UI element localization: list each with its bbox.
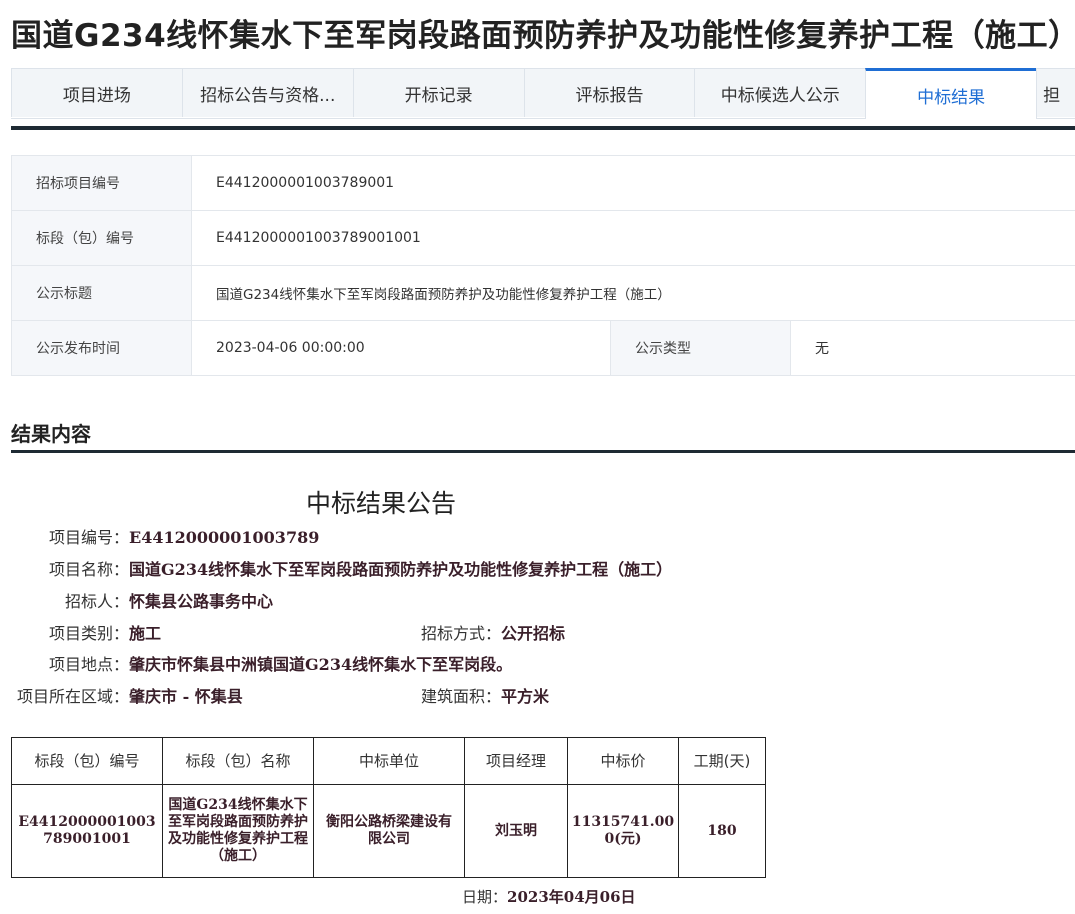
header-price: 中标价 — [567, 737, 679, 785]
date-value: 2023年04月06日 — [507, 888, 636, 906]
tab-candidate-notice[interactable]: 中标候选人公示 — [694, 68, 867, 117]
project-no-label: 招标项目编号 — [11, 156, 192, 210]
cell-manager: 刘玉明 — [464, 784, 568, 878]
tab-bid-opening[interactable]: 开标记录 — [352, 68, 525, 117]
date-label: 日期： — [462, 888, 508, 906]
header-divider — [11, 126, 1075, 130]
field-label: 项目类别： — [49, 624, 130, 643]
section-no-value: E4412000001003789001001 — [216, 230, 421, 246]
field-label: 项目编号： — [49, 528, 130, 547]
section-no-label: 标段（包）编号 — [11, 211, 192, 265]
cell-duration: 180 — [678, 784, 766, 878]
field-region: 项目所在区域：肇庆市 - 怀集县 — [17, 683, 243, 707]
section-divider — [11, 450, 1075, 453]
field-value: 公开招标 — [501, 624, 566, 643]
tab-award-result[interactable]: 中标结果 — [865, 68, 1038, 119]
publish-time-value: 2023-04-06 00:00:00 — [192, 321, 611, 375]
field-value: 怀集县公路事务中心 — [129, 592, 274, 611]
notice-type-label: 公示类型 — [611, 321, 791, 375]
info-row: 招标项目编号 E4412000001003789001 — [11, 156, 1075, 211]
field-project-code: 项目编号：E4412000001003789 — [49, 524, 319, 548]
tab-project-entry[interactable]: 项目进场 — [11, 68, 183, 117]
field-area: 建筑面积：平方米 — [421, 683, 549, 707]
field-value: 肇庆市 - 怀集县 — [129, 687, 243, 706]
notice-date: 日期：2023年04月06日 — [462, 886, 636, 907]
cell-price: 11315741.000(元) — [567, 784, 679, 878]
field-method: 招标方式：公开招标 — [421, 620, 565, 644]
table-row: E4412000001003789001001 国道G234线怀集水下至军岗段路… — [11, 784, 766, 878]
field-tenderer: 招标人：怀集县公路事务中心 — [65, 588, 273, 612]
award-table: 标段（包）编号 标段（包）名称 中标单位 项目经理 中标价 工期(天) E441… — [11, 737, 766, 878]
header-manager: 项目经理 — [464, 737, 568, 785]
field-location: 项目地点：肇庆市怀集县中洲镇国道G234线怀集水下至军岗段。 — [49, 651, 512, 675]
field-project-name: 项目名称：国道G234线怀集水下至军岗段路面预防养护及功能性修复养护工程（施工） — [49, 556, 672, 580]
tab-more[interactable]: 担 — [1036, 68, 1075, 117]
notice-title-label: 公示标题 — [11, 266, 192, 320]
tab-tender-notice[interactable]: 招标公告与资格... — [181, 68, 354, 117]
field-value: E4412000001003789 — [129, 528, 320, 547]
info-row: 公示标题 国道G234线怀集水下至军岗段路面预防养护及功能性修复养护工程（施工） — [11, 266, 1075, 321]
table-header-row: 标段（包）编号 标段（包）名称 中标单位 项目经理 中标价 工期(天) — [11, 737, 766, 785]
header-winner: 中标单位 — [313, 737, 465, 785]
tab-evaluation-report[interactable]: 评标报告 — [523, 68, 696, 117]
cell-section-code: E4412000001003789001001 — [11, 784, 163, 878]
publish-time-label: 公示发布时间 — [11, 321, 192, 375]
notice-heading: 中标结果公告 — [306, 489, 457, 518]
notice-title-value: 国道G234线怀集水下至军岗段路面预防养护及功能性修复养护工程（施工） — [216, 287, 671, 303]
cell-section-name: 国道G234线怀集水下至军岗段路面预防养护及功能性修复养护工程（施工） — [162, 784, 314, 878]
info-row: 标段（包）编号 E4412000001003789001001 — [11, 211, 1075, 266]
notice-type-value: 无 — [815, 341, 829, 357]
field-label: 建筑面积： — [421, 687, 502, 706]
field-value: 国道G234线怀集水下至军岗段路面预防养护及功能性修复养护工程（施工） — [129, 560, 673, 579]
result-section-title: 结果内容 — [11, 422, 91, 446]
page-title: 国道G234线怀集水下至军岗段路面预防养护及功能性修复养护工程（施工） — [11, 18, 1075, 54]
header-section-name: 标段（包）名称 — [162, 737, 314, 785]
field-value: 肇庆市怀集县中洲镇国道G234线怀集水下至军岗段。 — [129, 655, 513, 674]
field-label: 招标方式： — [421, 624, 502, 643]
field-label: 项目所在区域： — [17, 687, 130, 706]
field-value: 平方米 — [501, 687, 550, 706]
tab-bar: 项目进场 招标公告与资格... 开标记录 评标报告 中标候选人公示 中标结果 担 — [11, 68, 1075, 119]
info-table: 招标项目编号 E4412000001003789001 标段（包）编号 E441… — [11, 155, 1075, 376]
field-label: 项目地点： — [49, 655, 130, 674]
header-section-code: 标段（包）编号 — [11, 737, 163, 785]
cell-winner: 衡阳公路桥梁建设有限公司 — [313, 784, 465, 878]
field-category: 项目类别：施工 — [49, 620, 161, 644]
header-duration: 工期(天) — [678, 737, 766, 785]
info-row: 公示发布时间 2023-04-06 00:00:00 公示类型 无 — [11, 321, 1075, 376]
field-label: 招标人： — [65, 592, 130, 611]
project-no-value: E4412000001003789001 — [216, 175, 395, 191]
field-label: 项目名称： — [49, 560, 130, 579]
field-value: 施工 — [129, 624, 162, 643]
